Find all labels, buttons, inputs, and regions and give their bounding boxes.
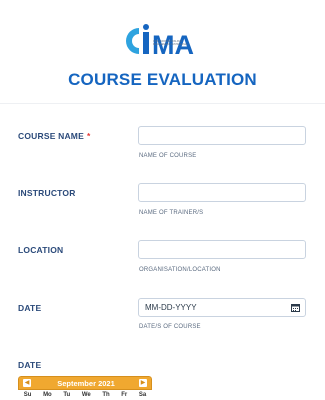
instructor-label: INSTRUCTOR [18, 188, 76, 198]
weekday: Th [102, 392, 110, 398]
date-label: DATE [18, 303, 42, 313]
cima-logo: MA CIVIL INFORMATION AND MANAGEMENT AUST… [126, 24, 194, 60]
logo-tagline-2: MANAGEMENT AUSTRALASIA [153, 43, 188, 46]
weekday: We [81, 392, 91, 398]
calendar-icon[interactable] [291, 304, 300, 312]
weekday: Fr [121, 392, 128, 398]
course-name-sublabel: NAME OF COURSE [139, 153, 197, 159]
weekday: Mo [43, 392, 52, 398]
form-page: MA CIVIL INFORMATION AND MANAGEMENT AUST… [0, 0, 325, 400]
datepicker-header: ◀ September 2021 ▶ [18, 376, 152, 390]
datepicker-weekdays: Su Mo Tu We Th Fr Sa [18, 392, 152, 398]
date-input[interactable]: MM-DD-YYYY [138, 298, 306, 317]
date-placeholder: MM-DD-YYYY [145, 303, 197, 312]
datepicker[interactable]: ◀ September 2021 ▶ Su Mo Tu We Th Fr Sa [18, 376, 152, 400]
header-divider [0, 103, 325, 104]
chevron-right-icon[interactable]: ▶ [139, 379, 147, 387]
instructor-input[interactable] [138, 183, 306, 202]
course-name-label: COURSE NAME * [18, 131, 90, 141]
course-name-label-text: COURSE NAME [18, 131, 84, 141]
weekday: Sa [138, 392, 147, 398]
location-sublabel: ORGANISATION/LOCATION [139, 267, 221, 273]
weekday: Su [23, 392, 32, 398]
date-sublabel: DATE/S OF COURSE [139, 324, 201, 330]
form-title: COURSE EVALUATION [68, 70, 257, 89]
weekday: Tu [63, 392, 71, 398]
date-label-2: DATE [18, 360, 42, 370]
instructor-sublabel: NAME OF TRAINER/S [139, 210, 204, 216]
location-input[interactable] [138, 240, 306, 259]
location-label: LOCATION [18, 245, 64, 255]
course-name-input[interactable] [138, 126, 306, 145]
datepicker-month-label: September 2021 [57, 379, 115, 388]
required-asterisk: * [86, 131, 91, 141]
